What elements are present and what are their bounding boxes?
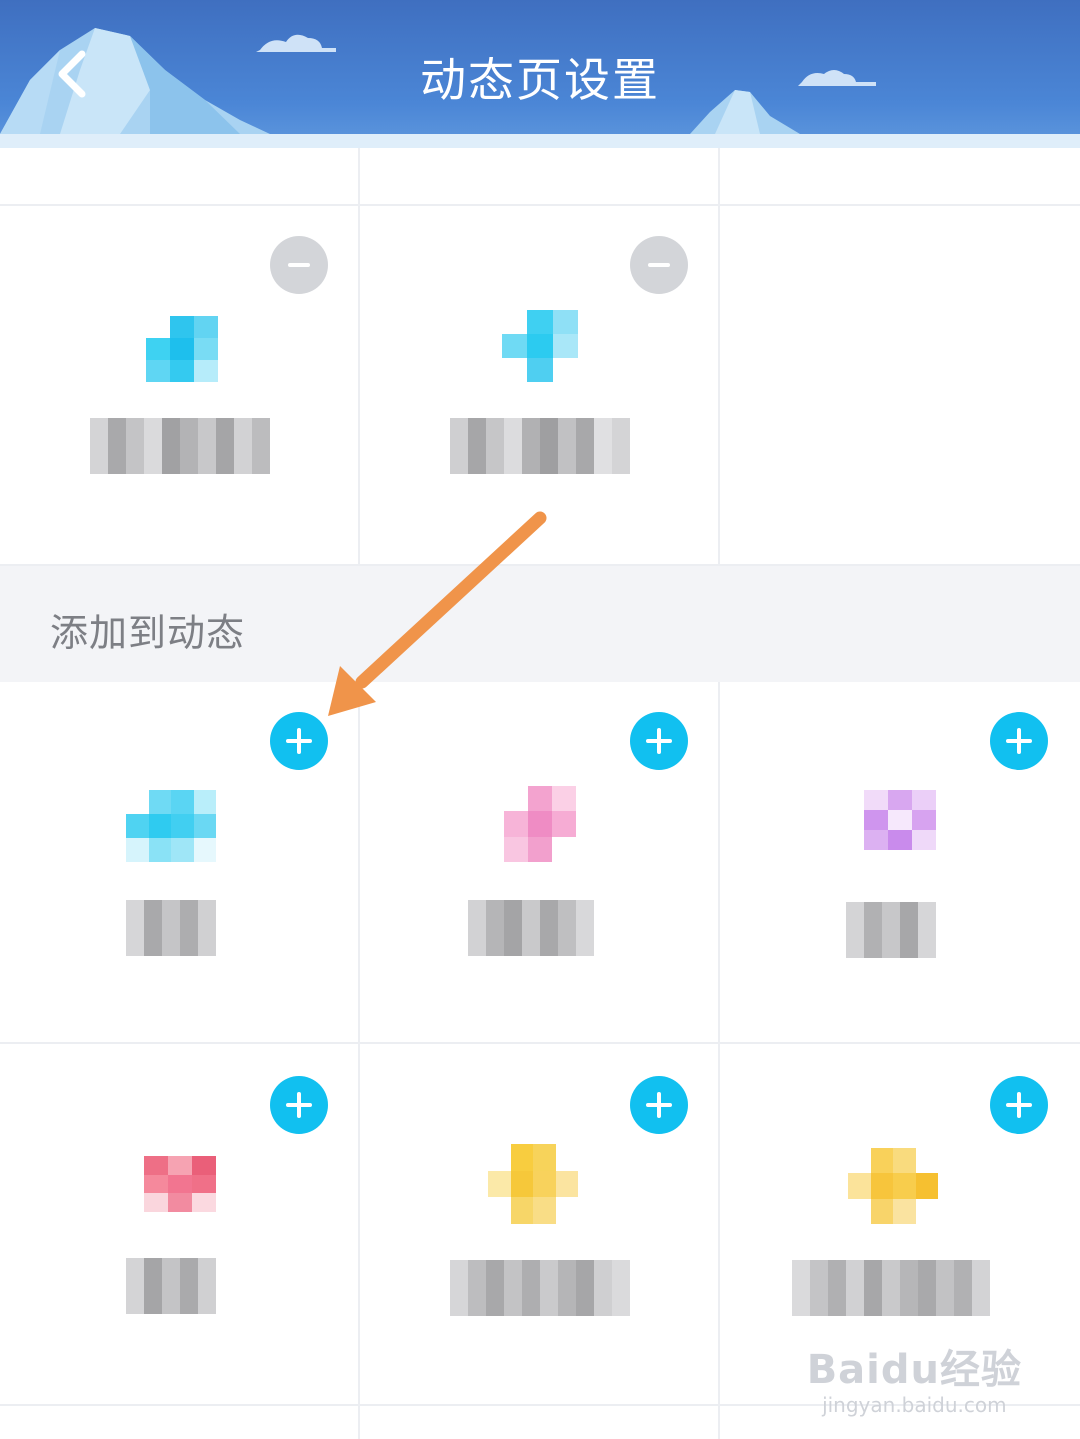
- blurred-app-icon: [864, 790, 936, 850]
- remove-icon[interactable]: [270, 236, 328, 294]
- blurred-label: [126, 900, 216, 956]
- plus-icon[interactable]: [990, 712, 1048, 770]
- grid-divider: [718, 1406, 720, 1439]
- blurred-label: [846, 902, 936, 958]
- current-item[interactable]: [0, 206, 360, 564]
- plus-icon[interactable]: [630, 1076, 688, 1134]
- blurred-label: [126, 1258, 216, 1314]
- shoreline: [0, 134, 1080, 148]
- plus-icon[interactable]: [270, 1076, 328, 1134]
- blurred-label: [450, 1260, 630, 1316]
- grid-divider: [358, 148, 360, 206]
- add-items-row: [0, 682, 1080, 1044]
- current-items-row: [0, 206, 1080, 566]
- remove-icon[interactable]: [630, 236, 688, 294]
- page-title: 动态页设置: [420, 53, 660, 107]
- blurred-app-icon: [502, 310, 578, 382]
- blurred-label: [450, 418, 630, 474]
- blurred-app-icon: [144, 1156, 216, 1212]
- blurred-app-icon: [488, 1144, 578, 1224]
- blurred-app-icon: [848, 1148, 938, 1224]
- grid-divider: [358, 1406, 360, 1439]
- available-item[interactable]: [0, 682, 360, 1042]
- section-header: 添加到动态: [0, 566, 1080, 682]
- blurred-app-icon: [504, 786, 576, 862]
- available-item[interactable]: [360, 682, 720, 1042]
- section-title: 添加到动态: [50, 611, 246, 655]
- blurred-label: [90, 418, 270, 474]
- blurred-app-icon: [126, 790, 216, 862]
- available-item[interactable]: [0, 1044, 360, 1404]
- plus-icon[interactable]: [270, 712, 328, 770]
- watermark-logo: Baidu经验: [806, 1347, 1022, 1393]
- grid-divider: [718, 148, 720, 206]
- plus-icon[interactable]: [630, 712, 688, 770]
- current-item[interactable]: [360, 206, 720, 564]
- available-item[interactable]: [720, 682, 1080, 1042]
- partial-row: [0, 148, 1080, 206]
- top-bar: 动态页设置: [0, 0, 1080, 148]
- watermark-url: jingyan.baidu.com: [822, 1393, 1007, 1417]
- watermark: Baidu经验 jingyan.baidu.com: [807, 1337, 1022, 1417]
- blurred-label: [468, 900, 594, 956]
- available-item[interactable]: [360, 1044, 720, 1404]
- plus-icon[interactable]: [990, 1076, 1048, 1134]
- blurred-label: [792, 1260, 990, 1316]
- blurred-app-icon: [146, 316, 218, 382]
- empty-slot: [720, 206, 1080, 564]
